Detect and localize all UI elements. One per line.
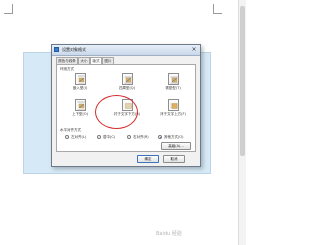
align-left-label: 左对齐(L) bbox=[71, 134, 87, 139]
wrap-section-label: 环绕方式 bbox=[60, 67, 74, 71]
wrap-top-bottom-option[interactable]: 上下型(O) bbox=[65, 99, 95, 121]
vertical-scrollbar[interactable] bbox=[238, 0, 246, 245]
advanced-button[interactable]: 高级(A)... bbox=[161, 142, 191, 150]
wrap-inline-option[interactable]: 嵌入型(I) bbox=[65, 73, 95, 95]
page-corner-mark bbox=[213, 13, 222, 14]
align-section-label: 水平对齐方式 bbox=[60, 128, 81, 132]
wrap-tight-option[interactable]: 紧密型(T) bbox=[158, 73, 188, 95]
ok-button[interactable]: 确定 bbox=[137, 155, 159, 163]
scrollbar-thumb[interactable] bbox=[240, 6, 245, 156]
dialog-titlebar: 设置对象格式 × bbox=[52, 45, 200, 56]
watermark: Baidu 经验 bbox=[156, 231, 182, 237]
wrap-tight-icon bbox=[168, 73, 179, 85]
align-other-label: 其他方式(O) bbox=[164, 134, 184, 139]
wrap-in-front-option[interactable]: 浮于文字上方(F) bbox=[158, 99, 188, 121]
wrap-inline-icon bbox=[75, 73, 86, 85]
highlight-circle bbox=[95, 95, 138, 129]
wrap-in-front-label: 浮于文字上方(F) bbox=[160, 112, 186, 116]
wrap-top-bottom-label: 上下型(O) bbox=[72, 112, 88, 116]
tab-colors-lines[interactable]: 颜色与线条 bbox=[56, 57, 78, 64]
radio-button[interactable] bbox=[127, 135, 131, 139]
wrap-square-icon bbox=[122, 73, 133, 85]
radio-button[interactable] bbox=[65, 135, 69, 139]
wrap-square-option[interactable]: 四周型(Q) bbox=[112, 73, 142, 95]
radio-button[interactable] bbox=[97, 135, 101, 139]
wrap-top-bottom-icon bbox=[75, 99, 86, 111]
tab-picture[interactable]: 图片 bbox=[102, 57, 114, 64]
close-icon[interactable]: × bbox=[190, 46, 198, 53]
tab-size[interactable]: 大小 bbox=[78, 57, 90, 64]
wrap-inline-label: 嵌入型(I) bbox=[72, 86, 88, 90]
wrap-tight-label: 紧密型(T) bbox=[165, 86, 181, 90]
app-icon bbox=[54, 47, 59, 52]
align-right-label: 右对齐(R) bbox=[133, 134, 149, 139]
page-corner-mark bbox=[4, 13, 13, 14]
dialog-title: 设置对象格式 bbox=[62, 47, 86, 52]
radio-button-checked[interactable] bbox=[158, 135, 162, 139]
wrap-in-front-icon bbox=[168, 99, 179, 111]
cancel-button[interactable]: 取消 bbox=[163, 155, 185, 163]
align-center-label: 居中(C) bbox=[103, 134, 116, 139]
wrap-square-label: 四周型(Q) bbox=[119, 86, 135, 90]
